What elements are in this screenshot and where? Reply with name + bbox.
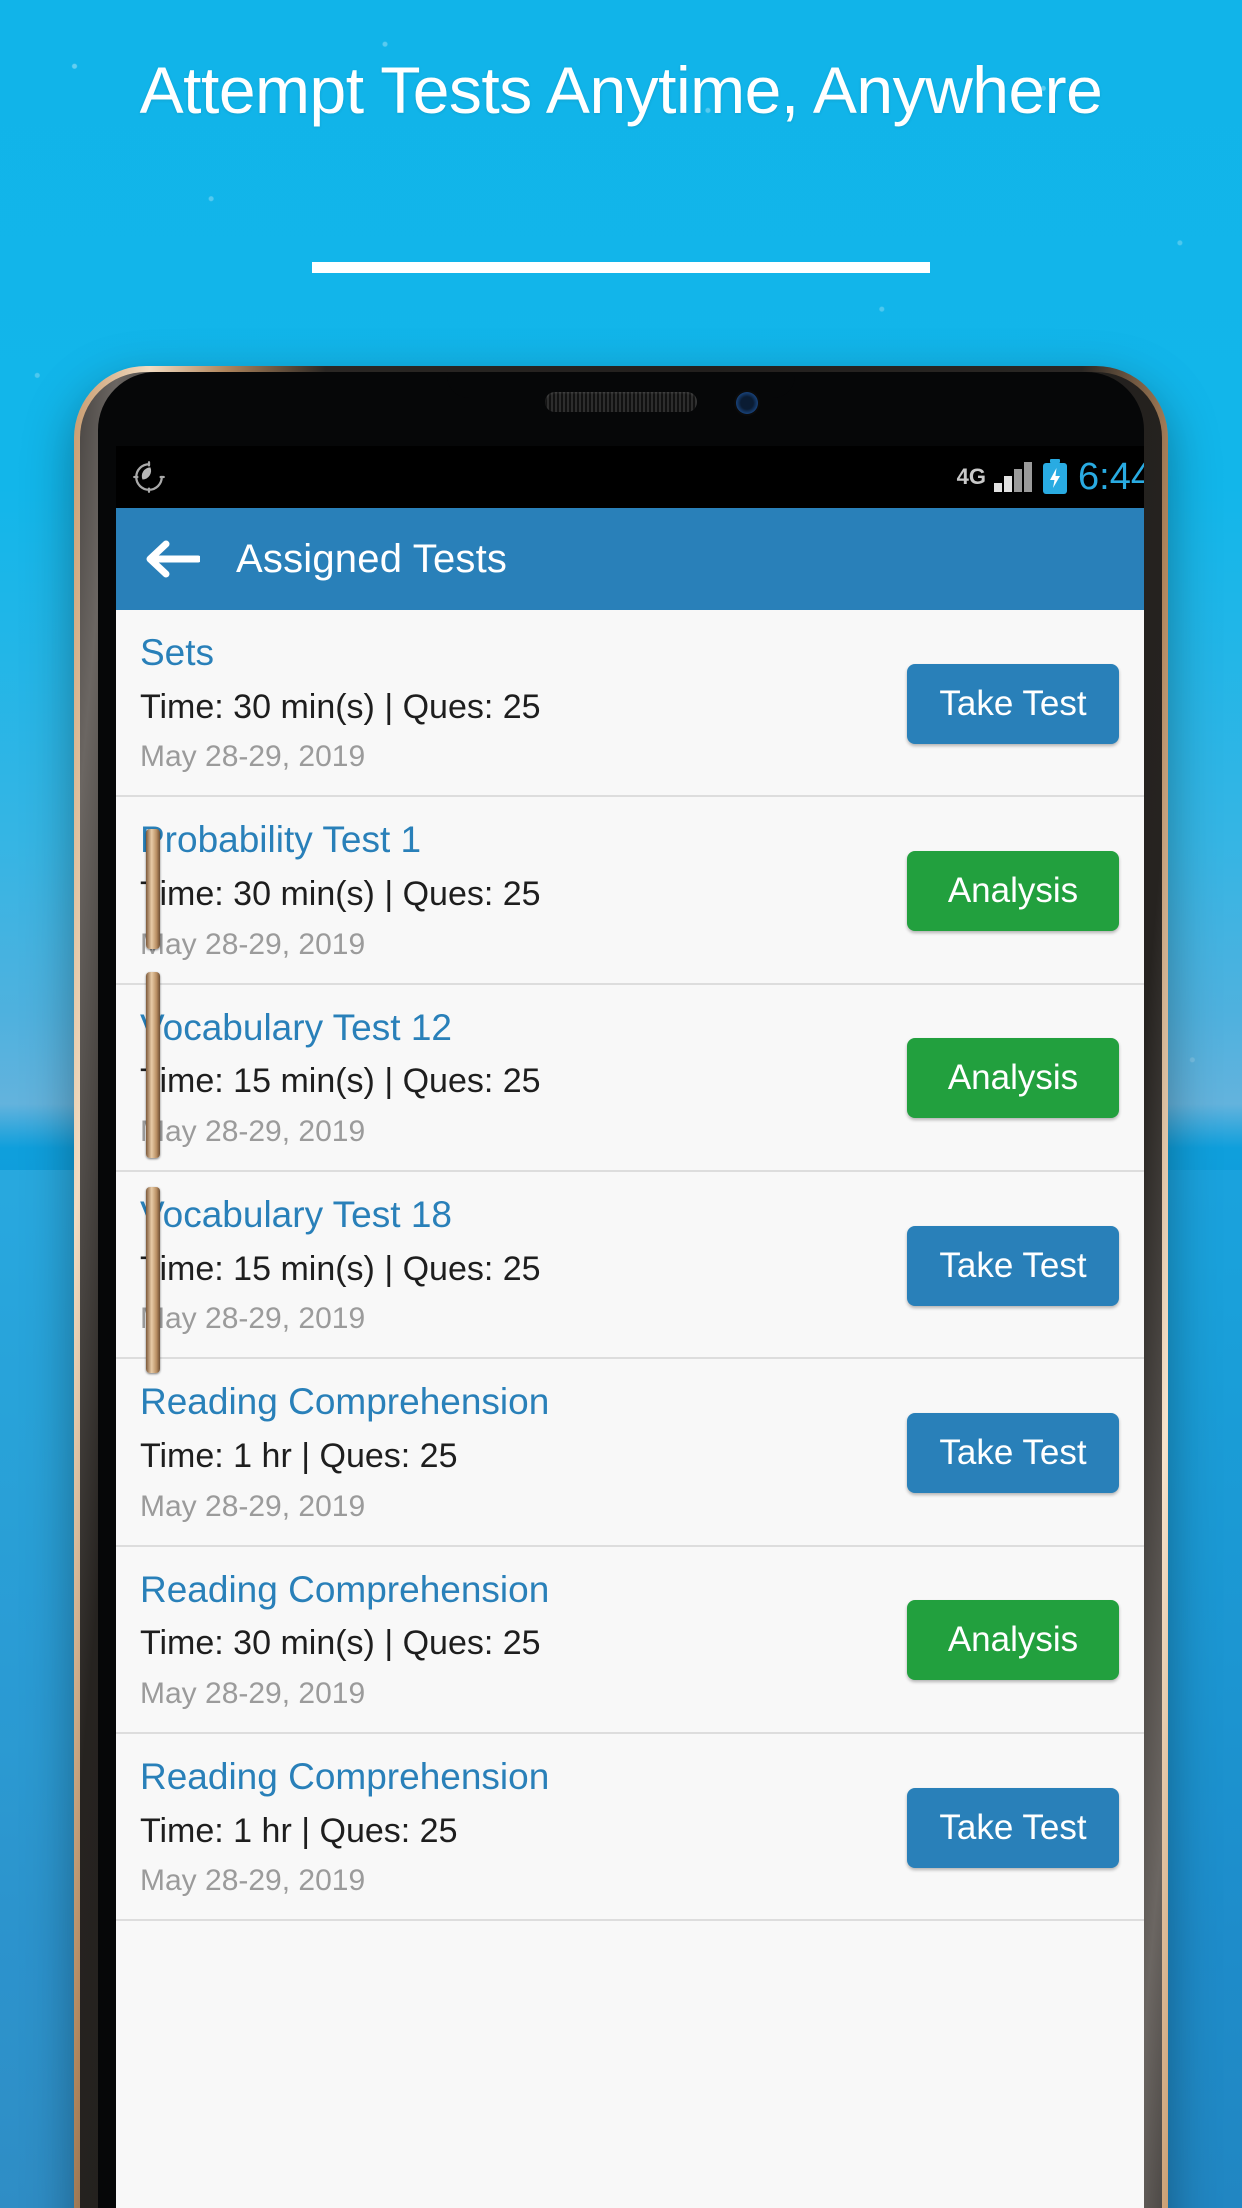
analysis-button[interactable]: Analysis bbox=[907, 1600, 1119, 1681]
status-bar-left bbox=[132, 460, 166, 494]
page-title: Assigned Tests bbox=[236, 536, 508, 581]
headline-divider bbox=[312, 262, 930, 273]
test-title[interactable]: Reading Comprehension bbox=[140, 1381, 874, 1424]
phone-screen: 4G 6:44 Assigned Tests Sets Time: 30 min… bbox=[116, 446, 1144, 2208]
crescent-moon-icon bbox=[133, 461, 165, 493]
test-date: May 28-29, 2019 bbox=[140, 1489, 366, 1523]
test-date: May 28-29, 2019 bbox=[140, 740, 366, 774]
test-action-cell: Take Test bbox=[874, 663, 1144, 744]
signal-bars-icon bbox=[994, 462, 1033, 492]
test-list-item[interactable]: Reading Comprehension Time: 30 min(s) | Q… bbox=[116, 1547, 1144, 1735]
test-meta: Time: 1 hr | Ques: 25 bbox=[140, 1436, 458, 1475]
test-info: Probability Test 1 Time: 30 min(s) | Ques… bbox=[140, 819, 874, 962]
earpiece-speaker-icon bbox=[545, 392, 697, 412]
back-button[interactable] bbox=[138, 525, 206, 593]
take-test-button[interactable]: Take Test bbox=[907, 663, 1119, 744]
status-bar-clock: 6:44 bbox=[1078, 456, 1144, 498]
front-camera-icon bbox=[736, 392, 758, 414]
take-test-button[interactable]: Take Test bbox=[907, 1413, 1119, 1494]
test-date: May 28-29, 2019 bbox=[140, 1115, 366, 1149]
side-button-volume-up[interactable] bbox=[146, 972, 160, 1158]
battery-charging-icon bbox=[1042, 459, 1068, 495]
test-action-cell: Take Test bbox=[874, 1225, 1144, 1306]
app-bar: Assigned Tests bbox=[116, 508, 1144, 610]
test-info: Sets Time: 30 min(s) | Ques: 25 May 28-29,… bbox=[140, 632, 874, 775]
side-button-silent[interactable] bbox=[146, 829, 160, 949]
list-bottom-filler bbox=[116, 1921, 1144, 2062]
test-info: Vocabulary Test 18 Time: 15 min(s) | Ques… bbox=[140, 1194, 874, 1337]
side-button-volume-down[interactable] bbox=[146, 1187, 160, 1373]
test-title[interactable]: Sets bbox=[140, 632, 874, 675]
test-meta: Time: 30 min(s) | Ques: 25 bbox=[140, 687, 541, 726]
test-action-cell: Take Test bbox=[874, 1413, 1144, 1494]
test-date: May 28-29, 2019 bbox=[140, 1864, 366, 1898]
status-bar-right: 4G 6:44 bbox=[957, 458, 1144, 496]
promo-headline: Attempt Tests Anytime, Anywhere bbox=[139, 53, 1103, 127]
test-title[interactable]: Vocabulary Test 18 bbox=[140, 1194, 874, 1237]
phone-mockup: 4G 6:44 Assigned Tests Sets Time: 30 min… bbox=[74, 366, 1168, 2208]
test-date: May 28-29, 2019 bbox=[140, 1677, 366, 1711]
assigned-tests-list[interactable]: Sets Time: 30 min(s) | Ques: 25 May 28-29,… bbox=[116, 610, 1144, 1922]
test-title[interactable]: Reading Comprehension bbox=[140, 1756, 874, 1799]
network-type-label: 4G bbox=[956, 464, 987, 489]
test-meta: Time: 15 min(s) | Ques: 25 bbox=[140, 1249, 541, 1288]
test-meta: Time: 15 min(s) | Ques: 25 bbox=[140, 1062, 541, 1101]
test-date: May 28-29, 2019 bbox=[140, 927, 366, 961]
status-bar: 4G 6:44 bbox=[116, 446, 1144, 508]
test-list-item[interactable]: Reading Comprehension Time: 1 hr | Ques: … bbox=[116, 1359, 1144, 1547]
take-test-button[interactable]: Take Test bbox=[907, 1787, 1119, 1868]
test-action-cell: Analysis bbox=[874, 851, 1144, 932]
take-test-button[interactable]: Take Test bbox=[907, 1225, 1119, 1306]
analysis-button[interactable]: Analysis bbox=[907, 851, 1119, 932]
test-info: Reading Comprehension Time: 1 hr | Ques: … bbox=[140, 1756, 874, 1899]
test-list-item[interactable]: Vocabulary Test 12 Time: 15 min(s) | Ques… bbox=[116, 985, 1144, 1173]
test-list-item[interactable]: Vocabulary Test 18 Time: 15 min(s) | Ques… bbox=[116, 1172, 1144, 1360]
test-action-cell: Analysis bbox=[874, 1038, 1144, 1119]
test-date: May 28-29, 2019 bbox=[140, 1302, 366, 1336]
phone-frame: 4G 6:44 Assigned Tests Sets Time: 30 min… bbox=[80, 372, 1162, 2208]
test-list-item[interactable]: Sets Time: 30 min(s) | Ques: 25 May 28-29,… bbox=[116, 610, 1144, 798]
test-info: Reading Comprehension Time: 30 min(s) | Q… bbox=[140, 1569, 874, 1712]
back-arrow-icon bbox=[146, 540, 200, 578]
test-title[interactable]: Probability Test 1 bbox=[140, 819, 874, 862]
test-list-item[interactable]: Probability Test 1 Time: 30 min(s) | Ques… bbox=[116, 797, 1144, 985]
test-info: Vocabulary Test 12 Time: 15 min(s) | Ques… bbox=[140, 1007, 874, 1150]
test-action-cell: Analysis bbox=[874, 1600, 1144, 1681]
test-action-cell: Take Test bbox=[874, 1787, 1144, 1868]
test-meta: Time: 1 hr | Ques: 25 bbox=[140, 1811, 458, 1850]
test-meta: Time: 30 min(s) | Ques: 25 bbox=[140, 874, 541, 913]
test-info: Reading Comprehension Time: 1 hr | Ques: … bbox=[140, 1381, 874, 1524]
phone-bezel: 4G 6:44 Assigned Tests Sets Time: 30 min… bbox=[98, 372, 1144, 2208]
analysis-button[interactable]: Analysis bbox=[907, 1038, 1119, 1119]
test-list-item[interactable]: Reading Comprehension Time: 1 hr | Ques: … bbox=[116, 1734, 1144, 1922]
test-meta: Time: 30 min(s) | Ques: 25 bbox=[140, 1624, 541, 1663]
test-title[interactable]: Reading Comprehension bbox=[140, 1569, 874, 1612]
test-title[interactable]: Vocabulary Test 12 bbox=[140, 1007, 874, 1050]
